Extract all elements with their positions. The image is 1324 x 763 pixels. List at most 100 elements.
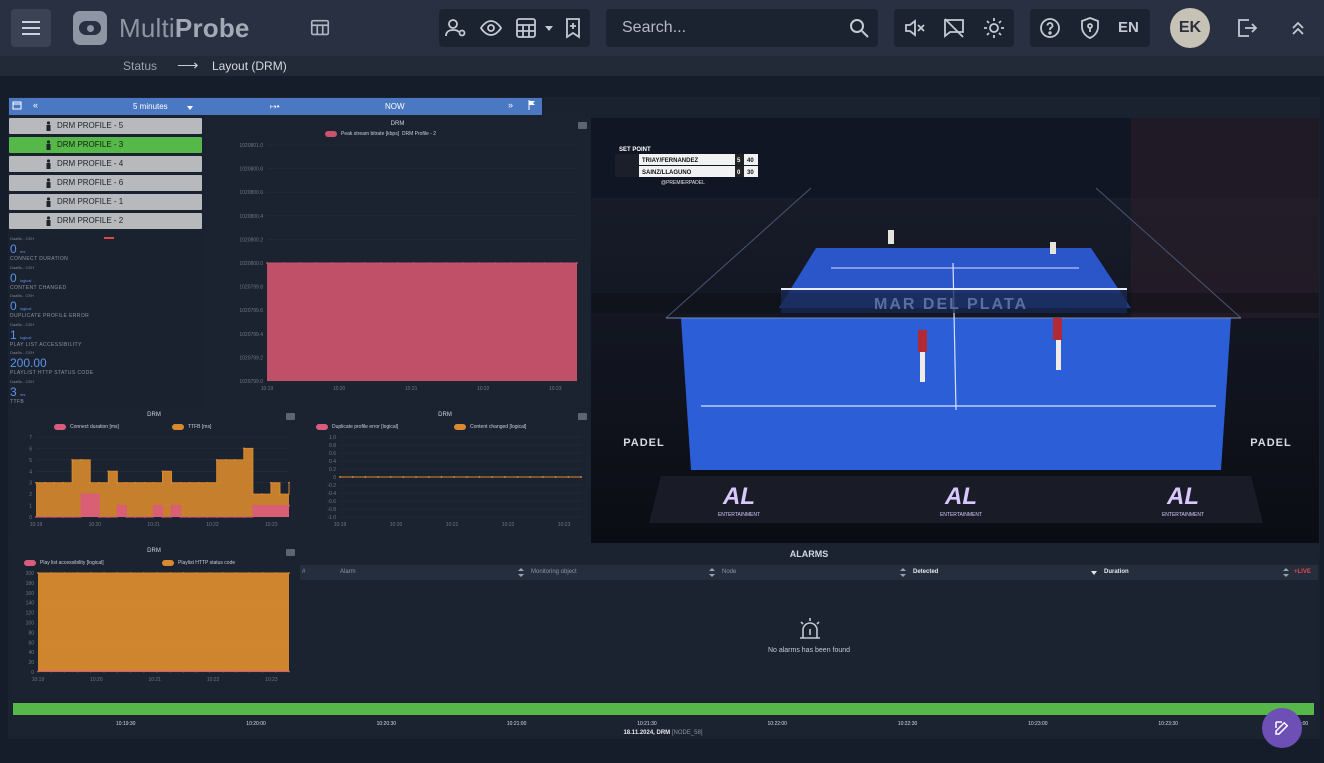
data-point[interactable] (235, 670, 238, 673)
data-point[interactable] (98, 481, 101, 484)
live-toggle[interactable]: +LIVE (1294, 569, 1311, 575)
data-point[interactable] (248, 670, 251, 673)
sort-icon[interactable] (1283, 568, 1289, 577)
sort-icon[interactable] (900, 568, 906, 577)
data-point[interactable] (80, 493, 83, 496)
data-point[interactable] (377, 476, 379, 478)
col-alarm[interactable]: Alarm (340, 569, 356, 575)
profile-item[interactable]: DRM PROFILE - 3 (9, 137, 202, 153)
metric-item[interactable]: DaaBs - CEH 0 logical CONTENT CHANGED (10, 265, 200, 294)
security-shield-icon[interactable] (1078, 16, 1102, 40)
data-point[interactable] (260, 493, 263, 496)
data-point[interactable] (152, 504, 155, 507)
data-point[interactable] (62, 516, 65, 518)
data-point[interactable] (103, 572, 105, 574)
data-point[interactable] (527, 262, 529, 264)
data-point[interactable] (206, 516, 209, 518)
data-point[interactable] (224, 516, 227, 518)
metric-item[interactable]: DaaBs - CEH 1 logical PLAY LIST ACCESSIBIL… (10, 322, 200, 351)
logout-icon[interactable] (1235, 16, 1259, 40)
data-point[interactable] (63, 572, 66, 574)
data-point[interactable] (76, 572, 79, 574)
data-point[interactable] (116, 481, 119, 484)
data-point[interactable] (288, 572, 290, 574)
data-point[interactable] (222, 572, 224, 574)
data-point[interactable] (389, 476, 392, 478)
data-point[interactable] (478, 476, 481, 478)
forward-icon[interactable]: » (508, 100, 513, 110)
data-point[interactable] (554, 476, 557, 478)
data-point[interactable] (143, 516, 146, 518)
data-point[interactable] (491, 476, 494, 478)
data-point[interactable] (494, 262, 497, 264)
user-avatar[interactable]: EK (1170, 8, 1210, 48)
data-point[interactable] (179, 481, 182, 484)
data-point[interactable] (248, 572, 251, 574)
collapse-up-icon[interactable] (1286, 16, 1310, 40)
metric-item[interactable]: DaaBs - CEH 3 ms TTFB (10, 379, 200, 408)
data-point[interactable] (161, 470, 164, 473)
data-point[interactable] (396, 262, 399, 264)
profile-item[interactable]: DRM PROFILE - 2 (9, 213, 202, 229)
data-point[interactable] (152, 481, 155, 484)
col-node[interactable]: Node (722, 569, 736, 575)
data-point[interactable] (206, 481, 209, 484)
data-point[interactable] (50, 670, 53, 673)
data-point[interactable] (44, 481, 46, 484)
data-point[interactable] (251, 504, 254, 507)
data-point[interactable] (155, 670, 158, 673)
data-point[interactable] (402, 476, 405, 478)
data-point[interactable] (89, 670, 92, 673)
data-point[interactable] (182, 670, 185, 673)
data-point[interactable] (116, 572, 119, 574)
data-point[interactable] (116, 504, 119, 507)
data-point[interactable] (208, 670, 211, 673)
edit-layout-button[interactable] (1262, 708, 1302, 748)
comment-off-icon[interactable] (942, 16, 966, 40)
search-input[interactable] (606, 9, 838, 47)
data-point[interactable] (465, 476, 468, 478)
data-point[interactable] (89, 481, 92, 484)
data-point[interactable] (288, 481, 290, 484)
profile-item[interactable]: DRM PROFILE - 4 (9, 156, 202, 172)
data-point[interactable] (161, 516, 164, 518)
data-point[interactable] (559, 262, 562, 264)
data-point[interactable] (170, 504, 173, 507)
mute-icon[interactable] (902, 16, 926, 40)
data-point[interactable] (129, 670, 132, 673)
data-point[interactable] (380, 262, 383, 264)
data-point[interactable] (351, 476, 354, 478)
data-point[interactable] (195, 670, 198, 673)
data-point[interactable] (89, 493, 92, 496)
data-point[interactable] (429, 262, 432, 264)
eye-icon[interactable] (479, 16, 503, 40)
data-point[interactable] (125, 516, 128, 518)
help-icon[interactable] (1038, 16, 1062, 40)
data-point[interactable] (170, 481, 173, 484)
metric-item[interactable]: DaaBs - CEH 0 ms CONNECT DURATION (10, 236, 200, 265)
user-settings-icon[interactable] (444, 16, 468, 40)
data-point[interactable] (197, 481, 200, 484)
data-point[interactable] (169, 572, 172, 574)
calendar-icon[interactable] (12, 100, 22, 112)
profile-item[interactable]: DRM PROFILE - 1 (9, 194, 202, 210)
data-point[interactable] (195, 572, 198, 574)
data-point[interactable] (261, 670, 264, 673)
profile-item[interactable]: DRM PROFILE - 5 (9, 118, 202, 134)
data-point[interactable] (107, 516, 110, 518)
data-point[interactable] (282, 262, 285, 264)
data-point[interactable] (331, 262, 334, 264)
data-point[interactable] (62, 481, 65, 484)
data-point[interactable] (288, 504, 290, 507)
data-point[interactable] (260, 504, 263, 507)
data-point[interactable] (37, 572, 39, 574)
time-range-select[interactable]: 5 minutes (133, 102, 168, 111)
col-index[interactable]: # (302, 569, 305, 575)
app-brand[interactable]: MultiProbe (119, 13, 250, 44)
col-monitoring-object[interactable]: Monitoring object (531, 569, 577, 575)
data-point[interactable] (169, 670, 172, 673)
timeline-status-bar[interactable] (13, 703, 1314, 715)
data-point[interactable] (270, 504, 272, 507)
data-point[interactable] (580, 476, 582, 478)
col-detected[interactable]: Detected (913, 569, 938, 575)
